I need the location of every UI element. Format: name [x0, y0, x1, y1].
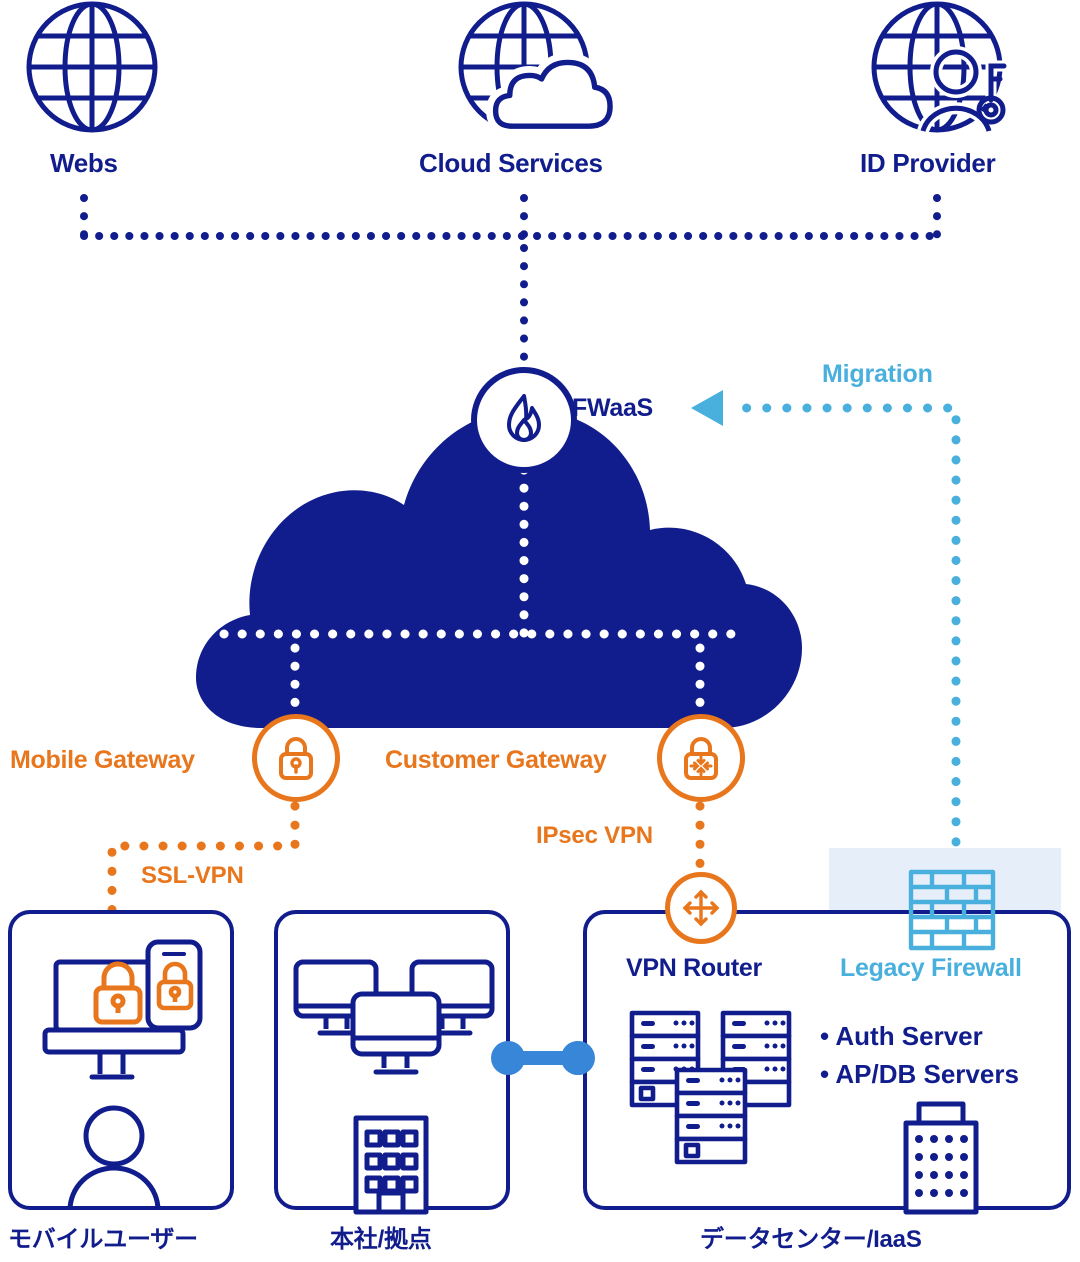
label-vpn-router: VPN Router	[626, 954, 762, 982]
list-item-label: Auth Server	[835, 1021, 983, 1051]
diagram-canvas: Webs Cloud Services ID Provider FWaaS Mi…	[0, 0, 1080, 1262]
server-racks-icon	[629, 1010, 792, 1165]
site-link-dumbbell	[491, 1041, 595, 1075]
brick-wall-icon	[908, 869, 996, 951]
list-item-label: AP/DB Servers	[835, 1058, 1019, 1089]
office-building-icon	[353, 1115, 429, 1215]
person-icon	[67, 1105, 161, 1211]
server-list: • Auth Server • AP/DB Servers	[820, 1018, 1019, 1093]
caption-mobile-user: モバイルユーザー	[8, 1226, 198, 1253]
list-item: • Auth Server	[820, 1018, 1019, 1056]
desktop-monitors-icon	[293, 959, 495, 1075]
four-way-arrow-icon	[682, 889, 720, 927]
vpn-router-node[interactable]	[665, 872, 737, 944]
label-legacy-firewall: Legacy Firewall	[840, 954, 1022, 982]
bullet-char: •	[820, 1021, 830, 1051]
list-item: • AP/DB Servers	[820, 1056, 1019, 1094]
caption-data-center: データセンター/IaaS	[700, 1226, 922, 1253]
caption-headquarters: 本社/拠点	[330, 1226, 432, 1253]
bullet-char: •	[820, 1058, 830, 1089]
